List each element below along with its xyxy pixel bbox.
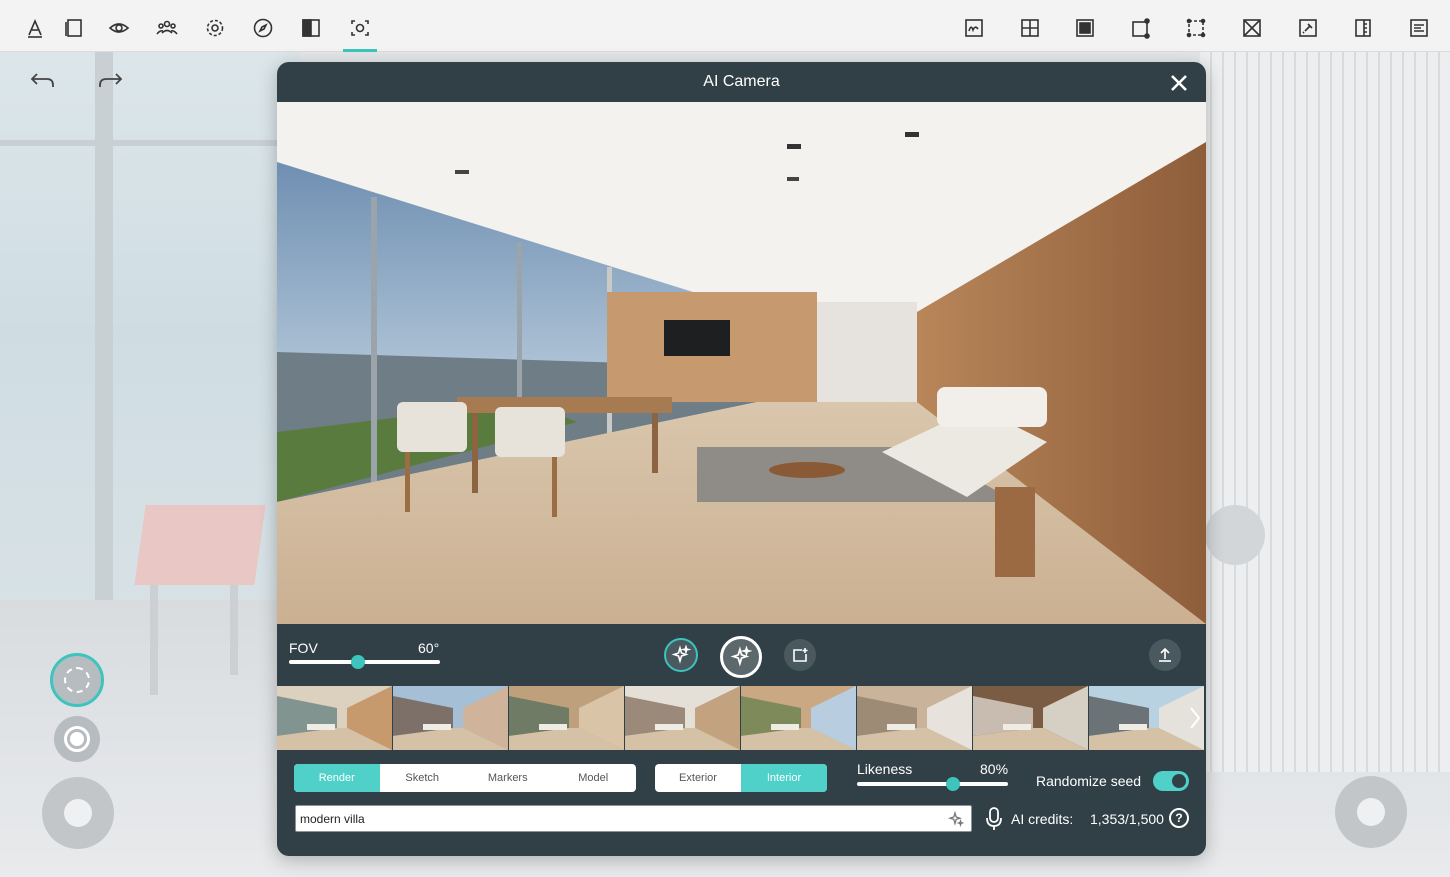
render-mode-selector: Render Sketch Markers Model bbox=[294, 764, 636, 792]
notes-icon[interactable] bbox=[1403, 12, 1435, 44]
orbit-mode-button[interactable] bbox=[50, 653, 104, 707]
prompt-input[interactable] bbox=[295, 805, 972, 832]
help-button[interactable]: ? bbox=[1169, 808, 1189, 828]
thumbnails-next-button[interactable] bbox=[1187, 702, 1203, 734]
sparkle-icon bbox=[730, 646, 752, 667]
joystick-knob[interactable] bbox=[1357, 798, 1385, 826]
fov-label: FOV bbox=[289, 640, 318, 656]
joystick-knob[interactable] bbox=[64, 799, 92, 827]
randomize-seed-toggle[interactable] bbox=[1153, 771, 1189, 791]
dashed-select-icon[interactable] bbox=[1180, 12, 1212, 44]
likeness-slider-handle[interactable] bbox=[945, 777, 960, 791]
ai-camera-dialog: AI Camera FOV 60° Render Sketch Markers … bbox=[277, 62, 1206, 856]
text-style-icon[interactable] bbox=[19, 12, 51, 44]
move-joystick[interactable] bbox=[42, 777, 114, 849]
prompt-enhance-button[interactable] bbox=[947, 810, 965, 828]
render-thumbnail[interactable] bbox=[625, 686, 740, 750]
render-thumbnail[interactable] bbox=[741, 686, 856, 750]
add-square-icon[interactable] bbox=[1014, 12, 1046, 44]
ai-camera-icon[interactable] bbox=[343, 12, 377, 52]
node-square-icon[interactable] bbox=[1125, 12, 1157, 44]
scene-chair-leg bbox=[230, 585, 238, 675]
scene-chair-leg bbox=[150, 585, 158, 695]
render-preview-image bbox=[277, 102, 1206, 624]
split-view-icon[interactable] bbox=[295, 12, 327, 44]
render-thumbnail[interactable] bbox=[973, 686, 1088, 750]
ruler-icon[interactable] bbox=[1347, 12, 1379, 44]
ai-enhance-button[interactable] bbox=[664, 638, 698, 672]
render-thumbnail[interactable] bbox=[277, 686, 392, 750]
add-image-button[interactable] bbox=[784, 639, 816, 671]
scene-stool bbox=[1205, 505, 1265, 565]
top-toolbar bbox=[0, 0, 1450, 52]
randomize-seed-label: Randomize seed bbox=[1036, 773, 1142, 789]
settings-icon[interactable] bbox=[199, 12, 231, 44]
redo-icon bbox=[99, 73, 123, 87]
scene-slatted-wall bbox=[1200, 52, 1450, 772]
look-joystick[interactable] bbox=[1335, 776, 1407, 848]
likeness-slider-track[interactable] bbox=[857, 782, 1008, 786]
export-button[interactable] bbox=[1149, 639, 1181, 671]
likeness-label: Likeness bbox=[857, 761, 913, 777]
render-mode-option[interactable]: Markers bbox=[465, 764, 551, 792]
ai-credits-value: 1,353/1,500 bbox=[1090, 811, 1164, 827]
generate-render-button[interactable] bbox=[720, 636, 762, 678]
render-mode-option[interactable]: Sketch bbox=[380, 764, 466, 792]
fov-slider-handle[interactable] bbox=[350, 655, 365, 669]
close-button[interactable] bbox=[1170, 74, 1188, 92]
render-thumbnail[interactable] bbox=[509, 686, 624, 750]
compass-icon[interactable] bbox=[247, 12, 279, 44]
upload-icon bbox=[1159, 647, 1171, 662]
people-icon[interactable] bbox=[151, 12, 183, 44]
eye-icon[interactable] bbox=[103, 12, 135, 44]
undo-button[interactable] bbox=[22, 66, 62, 96]
likeness-value: 80% bbox=[980, 761, 1009, 777]
ai-credits-label: AI credits: bbox=[1011, 811, 1074, 827]
fov-value: 60° bbox=[418, 640, 440, 656]
orbit-icon bbox=[64, 667, 90, 693]
pin-icon[interactable] bbox=[1292, 12, 1324, 44]
chevron-right-icon bbox=[1190, 707, 1201, 729]
sparkle-icon bbox=[947, 810, 965, 828]
fill-square-icon[interactable] bbox=[1069, 12, 1101, 44]
render-thumbnail[interactable] bbox=[857, 686, 972, 750]
undo-icon bbox=[30, 73, 54, 87]
layers-icon[interactable] bbox=[58, 12, 90, 44]
voice-input-button[interactable] bbox=[984, 806, 1004, 832]
redo-button[interactable] bbox=[91, 66, 131, 96]
microphone-icon bbox=[986, 807, 1002, 830]
scene-chair bbox=[134, 505, 266, 585]
target-icon bbox=[64, 726, 90, 752]
add-image-icon bbox=[793, 648, 808, 662]
render-mode-option[interactable]: Model bbox=[551, 764, 637, 792]
render-thumbnail[interactable] bbox=[393, 686, 508, 750]
render-history-strip bbox=[277, 686, 1204, 750]
dialog-title: AI Camera bbox=[703, 73, 780, 90]
render-mode-option[interactable]: Render bbox=[294, 764, 380, 792]
signature-icon[interactable] bbox=[958, 12, 990, 44]
focus-target-button[interactable] bbox=[54, 716, 100, 762]
scene-mullion bbox=[0, 140, 290, 146]
scene-type-option[interactable]: Exterior bbox=[655, 764, 741, 792]
cross-square-icon[interactable] bbox=[1236, 12, 1268, 44]
close-icon bbox=[1171, 75, 1187, 91]
sparkle-icon bbox=[671, 645, 691, 664]
scene-type-selector: Exterior Interior bbox=[655, 764, 827, 792]
scene-type-option[interactable]: Interior bbox=[741, 764, 827, 792]
